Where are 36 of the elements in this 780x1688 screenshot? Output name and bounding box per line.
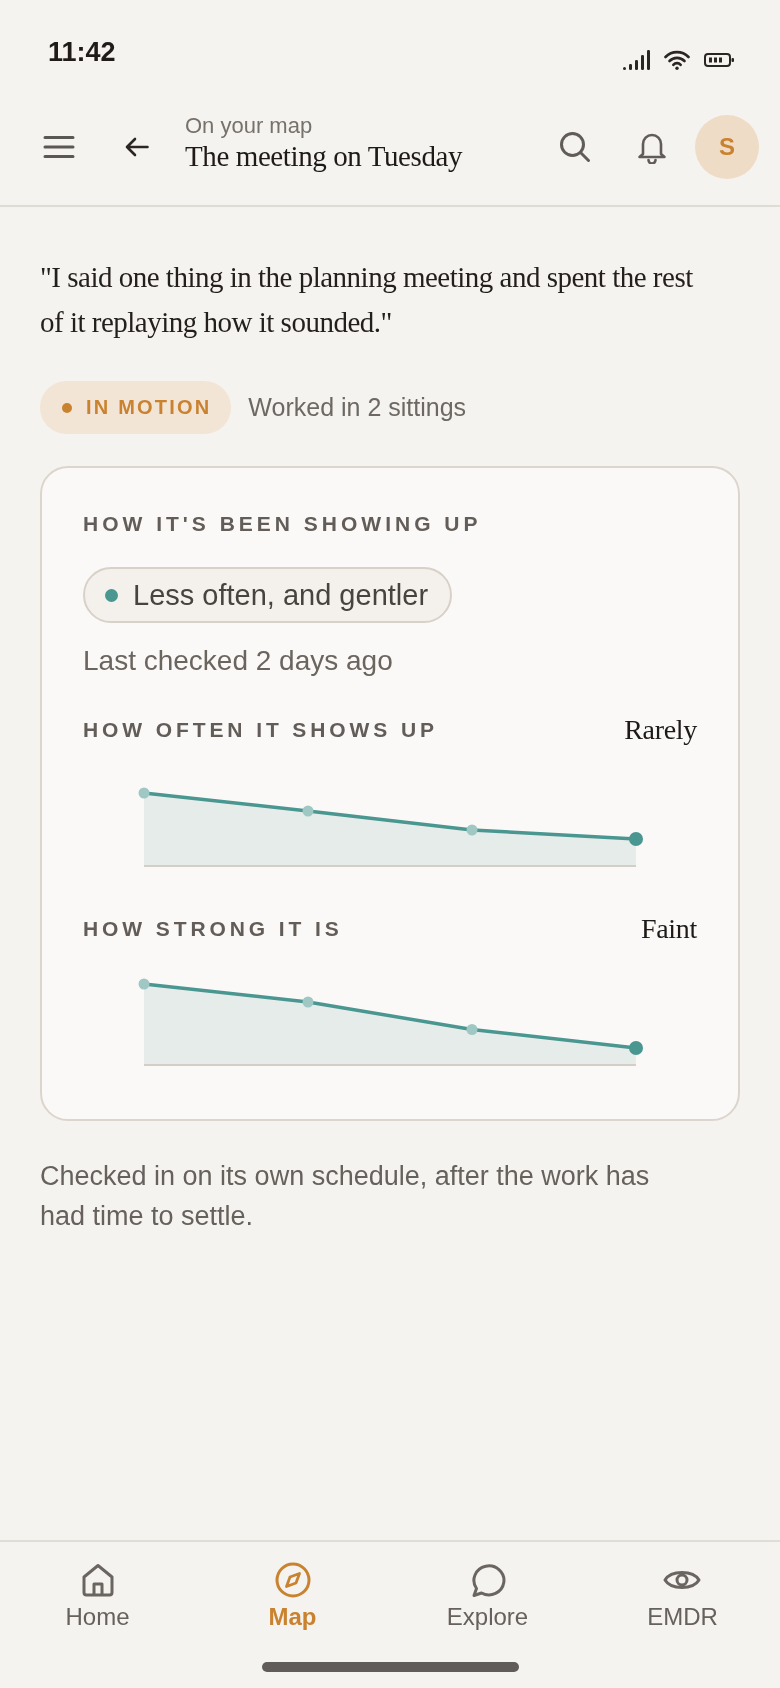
- data-point: [629, 1041, 643, 1055]
- back-arrow-icon[interactable]: [125, 137, 149, 157]
- signal-icon: [623, 50, 650, 70]
- data-point: [302, 805, 314, 817]
- card-title: HOW IT'S BEEN SHOWING UP: [83, 511, 483, 537]
- metric-label: HOW STRONG IT IS: [83, 917, 343, 941]
- metric-label: HOW OFTEN IT SHOWS UP: [83, 718, 438, 742]
- data-point: [302, 996, 314, 1008]
- nav-tab[interactable]: Home: [65, 1542, 130, 1630]
- page-title: The meeting on Tuesday: [185, 138, 464, 174]
- status-label: IN MOTION: [86, 396, 212, 419]
- search-icon[interactable]: [559, 131, 591, 163]
- data-point: [466, 824, 478, 836]
- quote-text: "I said one thing in the planning meeting and spent the rest of it replaying how it sounded.": [40, 260, 694, 340]
- wifi-icon: [664, 50, 690, 70]
- nav-tab[interactable]: Explore: [446, 1542, 529, 1630]
- data-point: [138, 787, 150, 799]
- data-point: [138, 978, 150, 990]
- status-dot-icon: [62, 402, 72, 413]
- metric-reading: Rarely: [624, 714, 697, 746]
- speech-bubble-icon: [469, 1562, 506, 1598]
- trend-label: Less often, and gentler: [133, 578, 429, 612]
- nav-tab[interactable]: Map: [268, 1542, 317, 1630]
- nav-tab[interactable]: EMDR: [647, 1542, 718, 1630]
- menu-icon[interactable]: [43, 135, 75, 159]
- battery-icon: [704, 53, 734, 67]
- footnote-text: Checked in on its own schedule, after the work has had time to settle.: [40, 1160, 651, 1233]
- sittings-note: Worked in 2 sittings: [248, 393, 467, 422]
- status-time: 11:42: [48, 36, 116, 68]
- data-point: [629, 832, 643, 846]
- last-checked-text: Last checked 2 days ago: [83, 645, 394, 677]
- breadcrumb-subtitle: On your map: [185, 112, 314, 138]
- metric-reading: Faint: [640, 913, 697, 945]
- compass-icon: [274, 1562, 311, 1598]
- data-point: [466, 1024, 478, 1035]
- trend-dot-icon: [105, 588, 118, 602]
